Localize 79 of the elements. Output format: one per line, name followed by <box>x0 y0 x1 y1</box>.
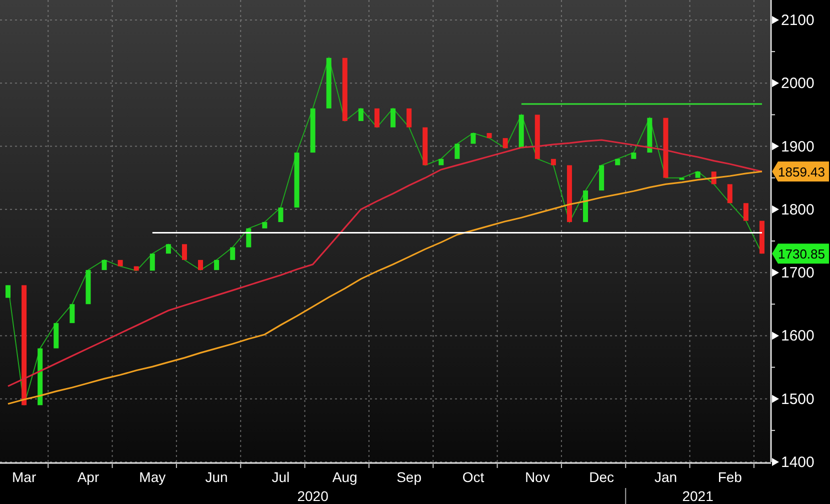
tick-marker-icon <box>772 79 779 88</box>
axis-label: Jan <box>654 469 678 485</box>
axis-label: Feb <box>718 469 742 485</box>
axis-label: 1700 <box>781 264 814 282</box>
axis-label: Nov <box>524 469 550 485</box>
candle <box>711 172 716 184</box>
candle <box>743 203 748 221</box>
candle <box>390 108 396 128</box>
tick-marker-icon <box>772 394 779 403</box>
axis-label: Mar <box>12 469 36 485</box>
candle <box>759 220 764 254</box>
candle <box>550 158 556 166</box>
candle <box>422 127 428 166</box>
candle <box>727 184 732 204</box>
year-label: 2020 <box>297 488 328 504</box>
candle <box>358 108 364 122</box>
candle <box>38 348 43 406</box>
candle <box>583 190 588 222</box>
axis-label: Apr <box>77 469 100 485</box>
axis-label: Jun <box>205 469 228 485</box>
candle <box>566 165 572 222</box>
tick-marker-icon <box>772 16 779 24</box>
candle <box>406 108 412 128</box>
axis-label: 1900 <box>781 138 814 156</box>
candle <box>663 118 668 178</box>
axis-label: Oct <box>462 469 484 485</box>
candle <box>679 178 684 180</box>
axis-label: Sep <box>396 469 422 485</box>
candle <box>470 133 476 144</box>
candle <box>615 158 620 166</box>
candle <box>214 260 220 270</box>
candle <box>70 304 75 324</box>
year-label: 2021 <box>682 488 714 504</box>
candle <box>118 260 123 266</box>
tick-marker-icon <box>772 268 779 277</box>
candle <box>518 114 524 148</box>
candle <box>647 118 652 153</box>
candle <box>374 108 380 128</box>
candle <box>54 323 59 348</box>
candle <box>631 152 636 159</box>
axis-label: 1800 <box>781 201 814 218</box>
axis-label: Aug <box>332 469 358 485</box>
candle <box>486 133 492 138</box>
tick-marker-icon <box>772 205 779 214</box>
candle <box>262 222 268 228</box>
price-tag: 1859.43 <box>772 162 829 182</box>
candle <box>310 108 316 153</box>
candle <box>150 254 155 271</box>
candle <box>294 152 300 208</box>
candle <box>230 247 236 260</box>
price-tag: 1730.85 <box>772 244 829 264</box>
candle <box>342 58 348 122</box>
axis-label: 1500 <box>781 390 814 408</box>
axis-label: Jul <box>272 469 290 485</box>
candle <box>246 228 252 248</box>
axis-label: 2100 <box>781 12 814 29</box>
candle <box>182 244 187 260</box>
candle <box>454 144 460 159</box>
axis-label: 2000 <box>781 75 814 92</box>
candle <box>534 114 540 159</box>
candle <box>198 260 204 270</box>
tick-marker-icon <box>772 142 779 150</box>
candle <box>102 260 107 270</box>
axis-label: 1600 <box>781 328 814 345</box>
candle <box>695 172 700 178</box>
candle <box>326 58 332 108</box>
candle <box>134 266 139 271</box>
axis-label: May <box>139 469 166 485</box>
candle <box>166 244 171 254</box>
candle <box>6 285 11 298</box>
candle <box>86 270 91 304</box>
axis-label: Dec <box>589 469 614 485</box>
candle <box>599 165 604 190</box>
candle <box>438 158 444 166</box>
axis-label: 1400 <box>781 454 814 471</box>
tick-marker-icon <box>772 332 779 340</box>
tick-marker-icon <box>772 458 779 466</box>
candle <box>278 208 284 222</box>
candle <box>502 138 508 148</box>
